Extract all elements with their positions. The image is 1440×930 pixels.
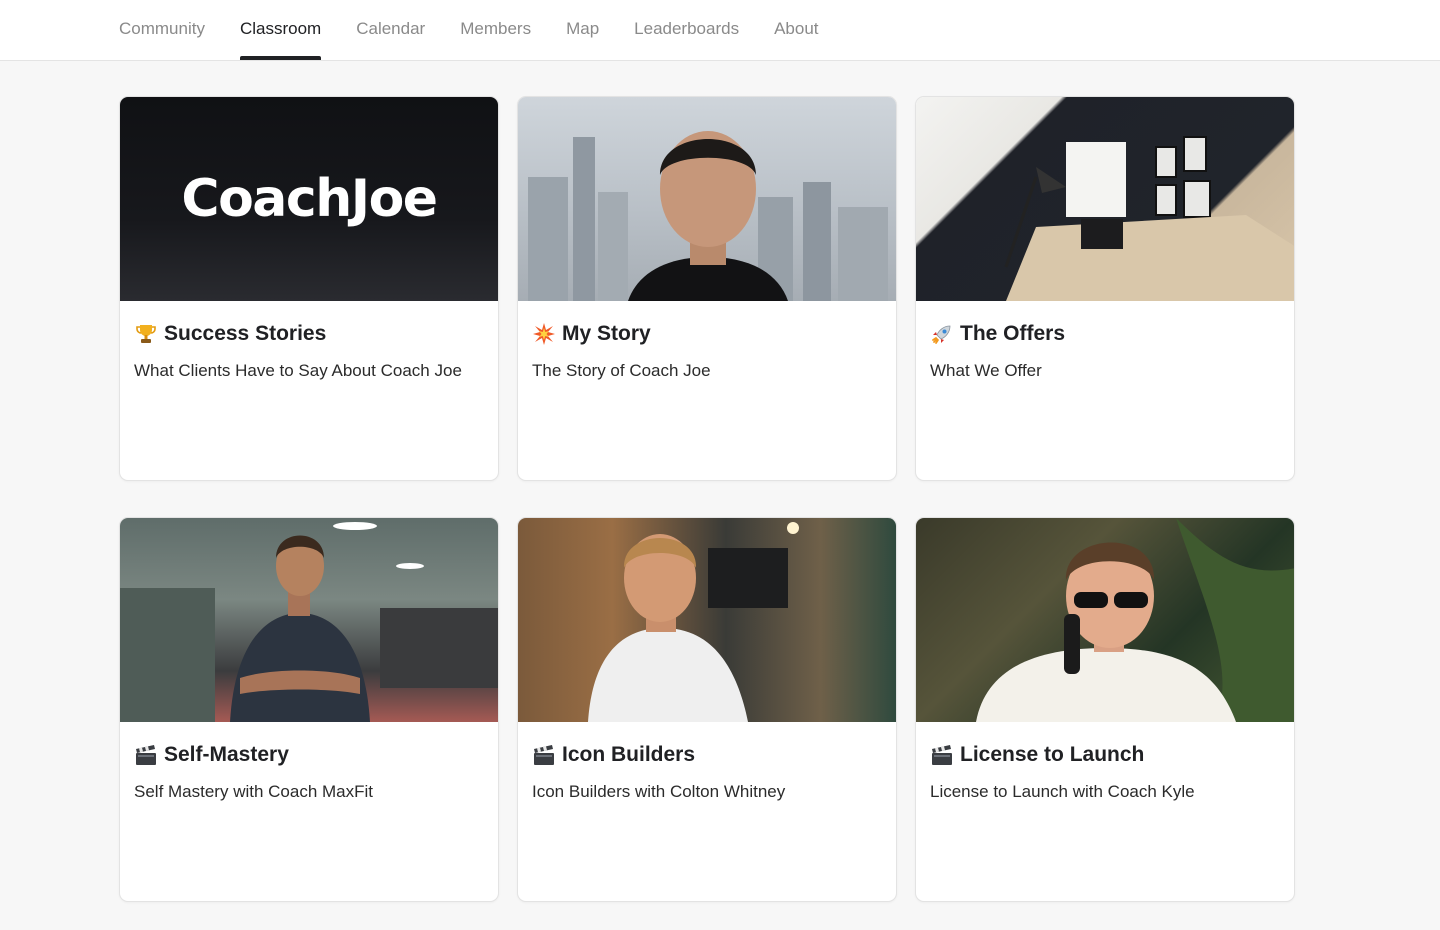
course-title: Success Stories bbox=[134, 319, 484, 349]
course-title-text: Self-Mastery bbox=[164, 743, 289, 766]
course-subtitle: What Clients Have to Say About Coach Joe bbox=[134, 361, 462, 380]
collision-icon bbox=[533, 323, 555, 345]
course-thumbnail bbox=[916, 518, 1294, 722]
course-thumbnail bbox=[518, 97, 896, 301]
course-subtitle: Self Mastery with Coach MaxFit bbox=[134, 782, 374, 801]
course-title-text: Success Stories bbox=[164, 322, 327, 345]
course-title: The Offers bbox=[930, 319, 1280, 349]
course-card-success-stories[interactable]: CoachJoe Success Stories What Clients Ha… bbox=[119, 96, 499, 481]
office-photo bbox=[1004, 136, 1294, 301]
course-title: License to Launch bbox=[930, 740, 1280, 770]
tab-map[interactable]: Map bbox=[566, 0, 599, 60]
clapper-board-icon bbox=[932, 745, 952, 765]
course-subtitle: What We Offer bbox=[930, 361, 1042, 380]
course-card-the-offers[interactable]: The Offers What We Offer bbox=[915, 96, 1295, 481]
clapper-board-icon bbox=[136, 745, 156, 765]
course-title: Icon Builders bbox=[532, 740, 882, 770]
course-thumbnail bbox=[916, 97, 1294, 301]
outdoor-photo bbox=[976, 518, 1294, 722]
course-title: My Story bbox=[532, 319, 882, 349]
course-grid: CoachJoe Success Stories What Clients Ha… bbox=[119, 96, 1295, 902]
course-subtitle: License to Launch with Coach Kyle bbox=[930, 782, 1195, 801]
course-card-license-to-launch[interactable]: License to Launch License to Launch with… bbox=[915, 517, 1295, 902]
course-thumbnail bbox=[518, 518, 896, 722]
gym-photo bbox=[120, 522, 498, 722]
trophy-icon bbox=[136, 325, 156, 343]
top-navigation: Community Classroom Calendar Members Map… bbox=[0, 0, 1440, 61]
course-card-self-mastery[interactable]: Self-Mastery Self Mastery with Coach Max… bbox=[119, 517, 499, 902]
tab-calendar[interactable]: Calendar bbox=[356, 0, 425, 60]
coachjoe-logo: CoachJoe bbox=[181, 169, 438, 229]
course-card-icon-builders[interactable]: Icon Builders Icon Builders with Colton … bbox=[517, 517, 897, 902]
course-title: Self-Mastery bbox=[134, 740, 484, 770]
course-subtitle: The Story of Coach Joe bbox=[532, 361, 711, 380]
tab-members[interactable]: Members bbox=[460, 0, 531, 60]
course-subtitle: Icon Builders with Colton Whitney bbox=[532, 782, 786, 801]
course-title-text: My Story bbox=[562, 322, 651, 345]
nav-tabs: Community Classroom Calendar Members Map… bbox=[119, 0, 854, 60]
clapper-board-icon bbox=[534, 745, 554, 765]
tab-about[interactable]: About bbox=[774, 0, 818, 60]
course-card-my-story[interactable]: My Story The Story of Coach Joe bbox=[517, 96, 897, 481]
city-skyline-photo bbox=[528, 131, 888, 301]
tab-community[interactable]: Community bbox=[119, 0, 205, 60]
tab-leaderboards[interactable]: Leaderboards bbox=[634, 0, 739, 60]
course-title-text: License to Launch bbox=[960, 743, 1145, 766]
rocket-icon bbox=[932, 325, 951, 344]
course-title-text: Icon Builders bbox=[562, 743, 696, 766]
course-thumbnail: CoachJoe bbox=[120, 97, 498, 301]
tab-classroom[interactable]: Classroom bbox=[239, 0, 322, 60]
course-title-text: The Offers bbox=[960, 322, 1066, 345]
course-thumbnail bbox=[120, 518, 498, 722]
lounge-photo bbox=[588, 522, 799, 722]
